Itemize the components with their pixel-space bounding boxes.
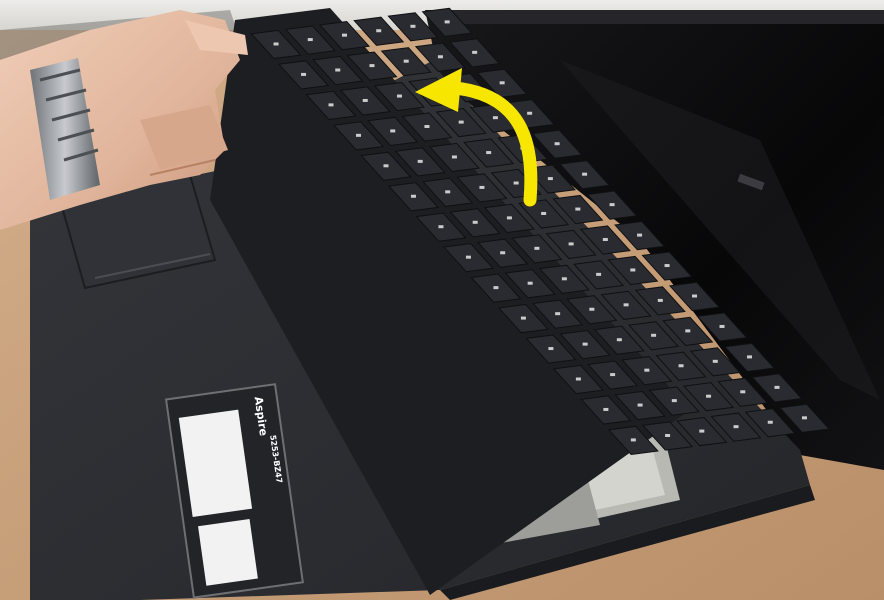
key-legend	[438, 225, 444, 229]
key-legend	[445, 190, 451, 194]
key-legend	[637, 403, 643, 407]
key-legend	[341, 33, 347, 37]
key-legend	[699, 429, 705, 433]
key-legend	[410, 194, 416, 198]
key-legend	[547, 177, 553, 181]
key-legend	[390, 129, 396, 133]
key-legend	[362, 98, 368, 102]
key-legend	[403, 59, 409, 63]
key-legend	[616, 338, 622, 342]
key-legend	[465, 255, 471, 259]
key-legend	[555, 312, 561, 316]
key-legend	[541, 211, 547, 215]
key-legend	[623, 303, 629, 307]
key-legend	[596, 272, 602, 276]
key-legend	[678, 364, 684, 368]
key-legend	[472, 220, 478, 224]
key-legend	[554, 142, 560, 146]
key-legend	[376, 29, 382, 33]
key-legend	[410, 24, 416, 28]
key-legend	[582, 172, 588, 176]
key-legend	[712, 359, 718, 363]
key-legend	[774, 385, 780, 389]
key-legend	[630, 268, 636, 272]
key-legend	[568, 242, 574, 246]
key-legend	[644, 368, 650, 372]
key-legend	[451, 155, 457, 159]
key-legend	[527, 281, 533, 285]
photo-scene: Aspire 5253-BZ47	[0, 0, 884, 600]
key-legend	[458, 120, 464, 124]
key-legend	[472, 50, 478, 54]
key-legend	[637, 233, 643, 237]
key-legend	[685, 329, 691, 333]
key-legend	[665, 433, 671, 437]
key-legend	[706, 394, 712, 398]
key-legend	[719, 324, 725, 328]
key-legend	[492, 116, 498, 120]
key-legend	[651, 333, 657, 337]
key-legend	[589, 307, 595, 311]
key-legend	[520, 316, 526, 320]
key-legend	[500, 251, 506, 255]
key-legend	[499, 81, 505, 85]
key-legend	[671, 399, 677, 403]
key-legend	[664, 264, 670, 268]
key-legend	[506, 216, 512, 220]
key-legend	[335, 68, 341, 72]
key-legend	[444, 20, 450, 24]
key-legend	[610, 373, 616, 377]
key-legend	[575, 377, 581, 381]
key-legend	[747, 355, 753, 359]
key-legend	[424, 125, 430, 129]
key-legend	[369, 64, 375, 68]
key-legend	[767, 420, 773, 424]
key-legend	[437, 55, 443, 59]
key-legend	[561, 277, 567, 281]
key-legend	[417, 159, 423, 163]
photo-illustration: Aspire 5253-BZ47	[0, 0, 884, 600]
key-legend	[356, 133, 362, 137]
key-legend	[328, 103, 334, 107]
key-legend	[527, 111, 533, 115]
key-legend	[548, 347, 554, 351]
key-legend	[307, 38, 313, 42]
key-legend	[301, 72, 307, 76]
key-legend	[657, 298, 663, 302]
key-legend	[692, 294, 698, 298]
key-legend	[603, 407, 609, 411]
key-legend	[740, 390, 746, 394]
key-legend	[383, 164, 389, 168]
key-legend	[486, 151, 492, 155]
key-legend	[493, 286, 499, 290]
key-legend	[609, 203, 615, 207]
key-legend	[396, 94, 402, 98]
key-legend	[273, 42, 279, 46]
key-legend	[479, 185, 485, 189]
key-legend	[582, 342, 588, 346]
key-legend	[575, 207, 581, 211]
key-legend	[534, 246, 540, 250]
key-legend	[801, 416, 807, 420]
key-legend	[630, 438, 636, 442]
key-legend	[733, 425, 739, 429]
key-legend	[513, 181, 519, 185]
key-legend	[602, 238, 608, 242]
